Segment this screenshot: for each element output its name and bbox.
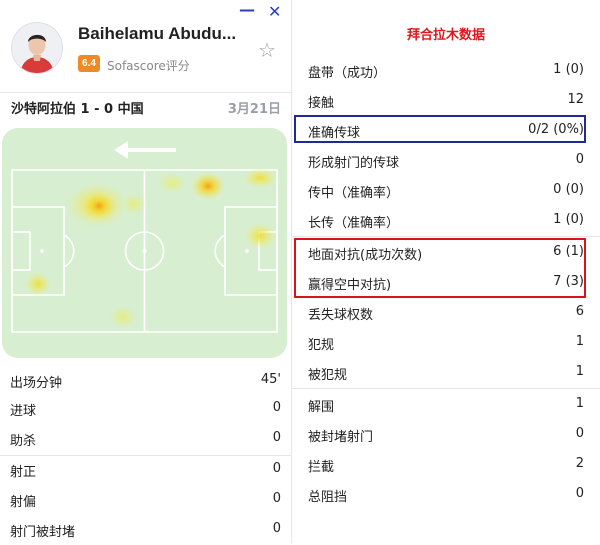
stat-label: 助杀 <box>10 434 37 449</box>
highlight-box-blue <box>294 115 586 143</box>
stat-label: 进球 <box>10 404 37 419</box>
stat-label: 总阻挡 <box>308 490 348 505</box>
stat-label: 射偏 <box>10 495 37 510</box>
stat-value: 0 <box>272 491 281 506</box>
arrow-left-icon <box>114 141 176 159</box>
stat-row-long-balls: 长传（准确率） 1 (0) <box>292 205 600 235</box>
stat-value: 1 <box>575 364 584 379</box>
close-button[interactable]: ✕ <box>268 2 281 21</box>
stat-row-shots-on-target: 射正 0 <box>0 455 291 485</box>
stat-label: 解围 <box>308 400 335 415</box>
stat-label: 被封堵射门 <box>308 430 374 445</box>
player-photo <box>12 23 62 73</box>
stat-value: 0 <box>272 461 281 476</box>
stat-value: 0 <box>575 486 584 501</box>
stat-value: 0 <box>272 400 281 415</box>
avatar[interactable] <box>11 22 63 74</box>
rating-source-label: Sofascore评分 <box>107 59 190 73</box>
stat-row-touches: 接触 12 <box>292 85 600 115</box>
stat-value: 0 <box>575 152 584 167</box>
stat-value: 45' <box>260 372 281 387</box>
stat-label: 长传（准确率） <box>308 216 400 231</box>
stat-value: 1 (0) <box>553 62 584 77</box>
stat-label: 形成射门的传球 <box>308 156 400 171</box>
stat-row-shots-off-target: 射偏 0 <box>0 485 291 515</box>
stat-row-crosses: 传中（准确率） 0 (0) <box>292 175 600 205</box>
minimize-button[interactable]: — <box>239 0 255 19</box>
match-summary[interactable]: 沙特阿拉伯 1 - 0 中国 3月21日 <box>0 92 291 119</box>
panel-title: 拜合拉木数据 <box>406 28 485 43</box>
stat-label: 射门被封堵 <box>10 525 76 540</box>
stat-row-goals: 进球 0 <box>0 394 291 424</box>
stat-value: 12 <box>567 92 584 107</box>
stat-value: 0 <box>272 430 281 445</box>
stat-row-possession-lost: 丢失球权数 6 <box>292 297 600 327</box>
stat-label: 丢失球权数 <box>308 308 374 323</box>
stat-value: 1 <box>575 334 584 349</box>
stat-value: 0 <box>272 521 281 536</box>
stat-label: 盘带（成功） <box>308 66 387 81</box>
stat-row-minutes: 出场分钟 45' <box>0 366 291 396</box>
stat-label: 出场分钟 <box>10 376 63 391</box>
stat-value: 0 <box>575 426 584 441</box>
stat-row-shots-blocked: 射门被封堵 0 <box>0 515 291 545</box>
stat-label: 传中（准确率） <box>308 186 400 201</box>
stat-row-fouls: 犯规 1 <box>292 327 600 357</box>
stat-label: 犯规 <box>308 338 335 353</box>
stat-label: 被犯规 <box>308 368 348 383</box>
player-name: Baihelamu Abudu... <box>78 24 237 43</box>
stat-row-assists: 助杀 0 <box>0 424 291 454</box>
stat-row-key-passes: 形成射门的传球 0 <box>292 145 600 175</box>
stat-label: 接触 <box>308 96 335 111</box>
stat-row-blocked-shots: 被封堵射门 0 <box>292 419 600 449</box>
stat-value: 1 (0) <box>553 212 584 227</box>
stat-row-interceptions: 拦截 2 <box>292 449 600 479</box>
stat-row-total-blocks: 总阻挡 0 <box>292 479 600 509</box>
stat-label: 射正 <box>10 465 37 480</box>
match-score: 沙特阿拉伯 1 - 0 中国 <box>11 102 144 117</box>
highlight-box-red <box>294 238 586 298</box>
star-outline-icon[interactable]: ☆ <box>258 38 276 62</box>
heatmap-graphic <box>11 141 278 333</box>
stat-label: 拦截 <box>308 460 335 475</box>
player-card: — ✕ Baihelamu Abudu... 6.4 Sofascore评分 ☆… <box>0 0 291 543</box>
stat-value: 1 <box>575 396 584 411</box>
stat-value: 6 <box>575 304 584 319</box>
stat-value: 2 <box>575 456 584 471</box>
heatmap-pitch <box>2 128 287 358</box>
match-date: 3月21日 <box>227 102 281 117</box>
stat-row-dribbles: 盘带（成功） 1 (0) <box>292 55 600 85</box>
stat-row-clearances: 解围 1 <box>292 389 600 419</box>
stat-row-was-fouled: 被犯规 1 <box>292 357 600 387</box>
rating-badge: 6.4 <box>78 55 100 72</box>
stat-value: 0 (0) <box>553 182 584 197</box>
